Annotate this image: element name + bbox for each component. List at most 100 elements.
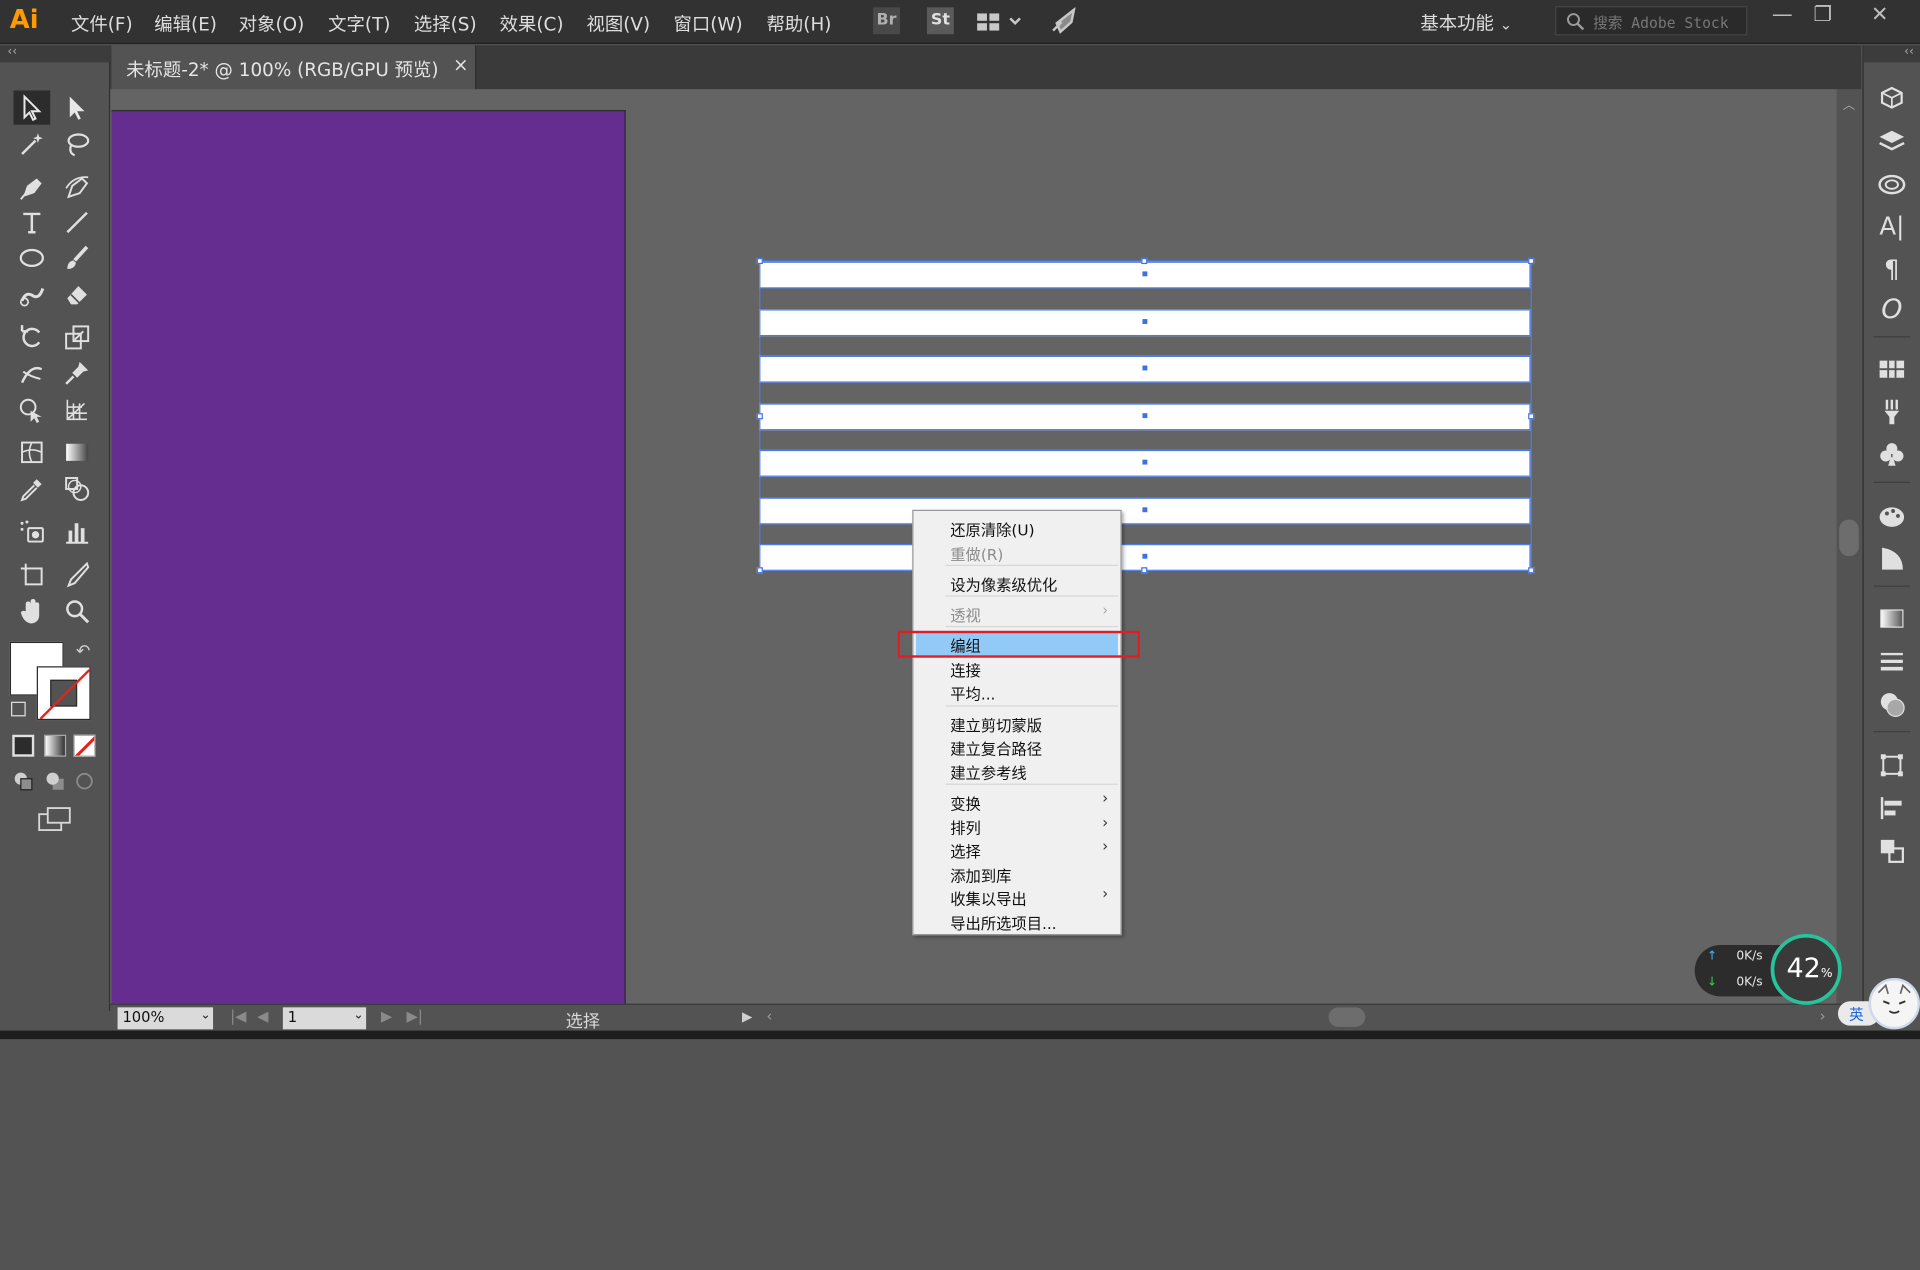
stripe-rectangle[interactable]	[759, 309, 1531, 337]
close-window-button[interactable]: ✕	[1871, 2, 1888, 26]
appearance-panel-button[interactable]	[1876, 543, 1908, 575]
ctx-arrange[interactable]: 排列 ›	[916, 813, 1118, 837]
menu-effect[interactable]: 效果(C)	[500, 11, 564, 37]
arrange-documents-button[interactable]	[976, 11, 1025, 33]
ctx-average[interactable]: 平均...	[916, 678, 1118, 703]
paragraph-icon[interactable]: ¶	[1876, 253, 1908, 285]
right-panel-collapse[interactable]: ‹‹	[1863, 45, 1920, 63]
color-mode-icon[interactable]	[12, 734, 35, 757]
close-tab-button[interactable]: ×	[453, 54, 468, 76]
puppet-warp-tool[interactable]	[59, 356, 96, 390]
stripe-rectangle[interactable]	[759, 403, 1531, 431]
swap-fill-stroke-icon[interactable]: ↶	[76, 642, 90, 662]
stroke-swatch[interactable]	[36, 666, 91, 721]
assistant-mascot-icon[interactable]	[1868, 978, 1920, 1030]
swatches-panel-button[interactable]	[1876, 353, 1908, 385]
first-artboard-button[interactable]: |◀	[230, 1007, 246, 1024]
stock-search-input[interactable]: 搜索 Adobe Stock	[1555, 6, 1748, 36]
artboard[interactable]	[111, 110, 626, 1004]
bbox-handle[interactable]	[756, 567, 763, 574]
brushes-panel-button[interactable]	[1876, 396, 1908, 428]
artboard-tool[interactable]	[13, 557, 50, 591]
type-tool[interactable]	[13, 205, 50, 239]
symbol-sprayer-tool[interactable]	[13, 515, 50, 549]
stripe-rectangle[interactable]	[759, 355, 1531, 383]
stripe-rectangle[interactable]	[759, 261, 1531, 289]
ctx-add-to-library[interactable]: 添加到库	[916, 861, 1118, 885]
zoom-level-field[interactable]: 100% ⌄	[117, 1007, 214, 1030]
hand-tool[interactable]	[13, 594, 50, 628]
bridge-button[interactable]: Br	[873, 7, 901, 35]
none-mode-icon[interactable]	[73, 734, 96, 757]
stripe-rectangle[interactable]	[759, 449, 1531, 477]
bbox-handle[interactable]	[1528, 257, 1535, 265]
direct-selection-tool[interactable]	[59, 90, 96, 124]
ctx-make-compound-path[interactable]: 建立复合路径	[916, 734, 1118, 758]
ctx-make-clipping-mask[interactable]: 建立剪切蒙版	[916, 710, 1118, 734]
graphic-styles-panel-button[interactable]	[1876, 500, 1908, 532]
draw-behind-icon[interactable]	[44, 770, 66, 792]
menu-help[interactable]: 帮助(H)	[767, 11, 832, 37]
tools-panel-collapse[interactable]: ‹‹	[0, 45, 111, 63]
menu-view[interactable]: 视图(V)	[587, 11, 651, 37]
stroke-panel-button[interactable]	[1876, 645, 1908, 677]
opentype-icon[interactable]: O	[1876, 293, 1908, 325]
bbox-handle[interactable]	[756, 413, 763, 420]
bbox-handle[interactable]	[1141, 567, 1148, 574]
eraser-tool[interactable]	[59, 278, 96, 312]
screen-mode-button[interactable]	[37, 806, 74, 833]
ctx-select[interactable]: 选择 ›	[916, 836, 1118, 860]
status-tool-name[interactable]: 选择	[566, 1009, 600, 1033]
cpu-usage-gauge[interactable]: 42%	[1770, 933, 1842, 1005]
transparency-panel-button[interactable]	[1876, 688, 1908, 720]
rotate-tool[interactable]	[13, 320, 50, 354]
shaper-tool[interactable]	[13, 278, 50, 312]
ctx-collect-for-export[interactable]: 收集以导出 ›	[916, 884, 1118, 908]
pen-tool[interactable]	[13, 170, 50, 204]
ellipse-tool[interactable]	[13, 241, 50, 275]
ctx-export-selection[interactable]: 导出所选项目...	[916, 908, 1118, 932]
align-panel-button[interactable]	[1876, 792, 1908, 824]
gradient-tool[interactable]	[59, 435, 96, 469]
symbols-panel-button[interactable]	[1876, 439, 1908, 471]
scroll-left-icon[interactable]: ‹	[767, 1007, 773, 1024]
stripe-rectangle[interactable]	[759, 497, 1531, 525]
vertical-scrollbar[interactable]: ︿	[1836, 89, 1862, 1004]
perspective-grid-tool[interactable]	[59, 392, 96, 426]
menu-select[interactable]: 选择(S)	[414, 11, 477, 37]
menu-type[interactable]: 文字(T)	[328, 11, 390, 37]
bbox-handle[interactable]	[1528, 413, 1535, 420]
scroll-right-icon[interactable]: ›	[1820, 1007, 1826, 1024]
workspace-switcher[interactable]: 基本功能 ⌄	[1420, 10, 1512, 36]
lasso-tool[interactable]	[59, 127, 96, 161]
stock-button[interactable]: St	[926, 7, 954, 35]
gpu-performance-button[interactable]	[1049, 6, 1078, 39]
scale-tool[interactable]	[59, 320, 96, 354]
menu-window[interactable]: 窗口(W)	[673, 11, 742, 37]
draw-inside-icon[interactable]	[73, 770, 95, 792]
previous-artboard-button[interactable]: ◀	[257, 1007, 268, 1024]
paintbrush-tool[interactable]	[59, 241, 96, 275]
character-icon[interactable]: A|	[1876, 210, 1908, 242]
menu-object[interactable]: 对象(O)	[239, 11, 305, 37]
zoom-tool[interactable]	[59, 594, 96, 628]
vertical-scroll-thumb[interactable]	[1839, 519, 1859, 557]
default-colors-icon[interactable]	[11, 701, 26, 717]
horizontal-scroll-thumb[interactable]	[1328, 1007, 1366, 1027]
line-tool[interactable]	[59, 205, 96, 239]
menu-file[interactable]: 文件(F)	[71, 11, 133, 37]
minimize-button[interactable]: —	[1772, 2, 1793, 26]
last-artboard-button[interactable]: ▶|	[407, 1007, 423, 1024]
eyedropper-tool[interactable]	[13, 472, 50, 506]
ctx-join[interactable]: 连接	[916, 655, 1118, 679]
draw-normal-icon[interactable]	[12, 770, 34, 792]
status-menu-arrow-icon[interactable]: ▶	[742, 1009, 752, 1025]
bbox-handle[interactable]	[1528, 567, 1535, 574]
gradient-mode-icon[interactable]	[44, 734, 67, 757]
document-tab[interactable]: 未标题-2* @ 100% (RGB/GPU 预览) ×	[111, 45, 477, 90]
column-graph-tool[interactable]	[59, 515, 96, 549]
bbox-handle[interactable]	[1141, 257, 1148, 265]
pathfinder-panel-button[interactable]	[1876, 835, 1908, 867]
scroll-up-icon[interactable]: ︿	[1843, 94, 1855, 112]
bbox-handle[interactable]	[756, 257, 763, 265]
